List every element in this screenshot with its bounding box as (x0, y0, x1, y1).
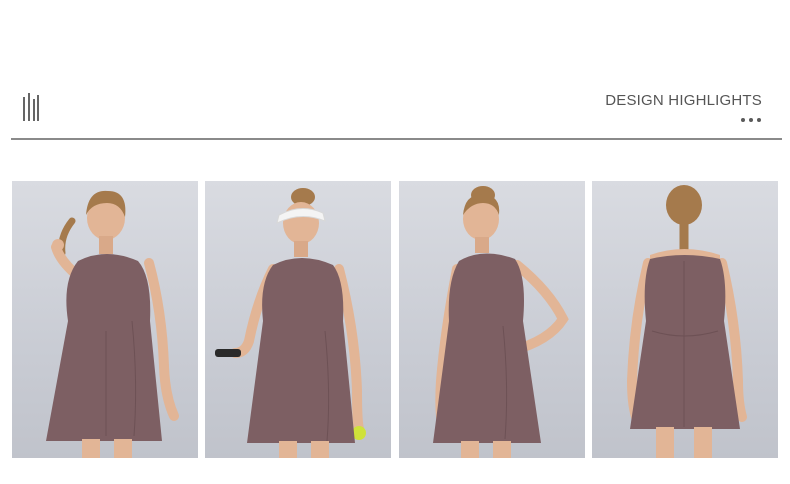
brand-monogram-icon (23, 93, 39, 121)
section-title: DESIGN HIGHLIGHTS (605, 92, 762, 109)
dot (749, 118, 753, 122)
product-photo-front[interactable] (12, 181, 198, 458)
ellipsis-icon (741, 118, 761, 122)
product-photo-back[interactable] (592, 181, 778, 458)
model-three-quarter-image (433, 186, 569, 458)
dot (757, 118, 761, 122)
model-front-braid-image (46, 190, 179, 458)
model-front-visor-image (215, 188, 366, 458)
product-photo-front-visor[interactable] (205, 181, 391, 458)
product-photo-side[interactable] (399, 181, 585, 458)
section-header: DESIGN HIGHLIGHTS (0, 0, 790, 140)
header-divider (11, 138, 782, 140)
dot (741, 118, 745, 122)
model-back-view-image (626, 185, 747, 458)
product-gallery (12, 181, 778, 458)
